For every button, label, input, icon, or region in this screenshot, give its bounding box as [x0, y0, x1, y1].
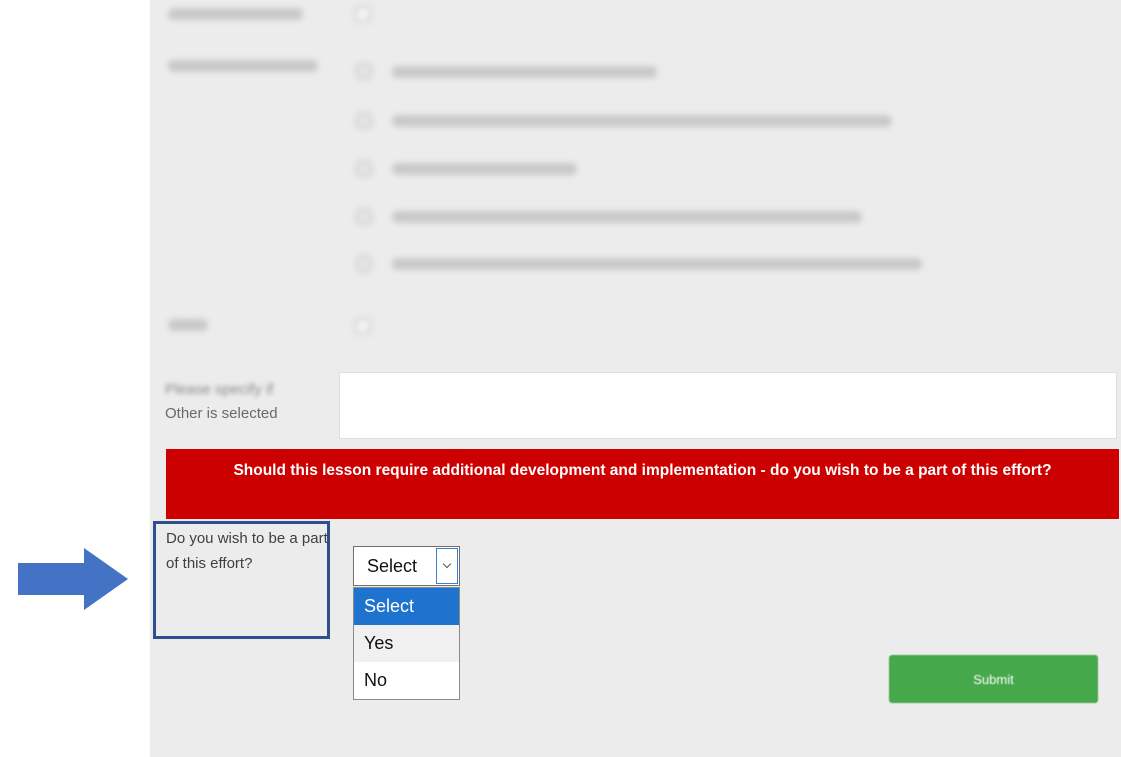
- blurred-radio: [355, 62, 373, 80]
- select-current-value: Select: [367, 556, 418, 576]
- other-specify-label: Please specify if Other is selected: [165, 378, 330, 426]
- dropdown-toggle[interactable]: [436, 548, 458, 584]
- submit-button[interactable]: Submit: [889, 655, 1098, 703]
- blurred-radio: [355, 112, 373, 130]
- blurred-radio: [355, 160, 373, 178]
- blurred-form-section: [0, 0, 1121, 360]
- other-specify-label-line-1: Please specify if: [165, 381, 274, 398]
- other-specify-label-line-2: Other is selected: [165, 405, 278, 422]
- participation-banner: Should this lesson require additional de…: [166, 449, 1119, 519]
- option-select[interactable]: Select: [354, 588, 459, 625]
- chevron-down-icon: [442, 559, 452, 569]
- option-no[interactable]: No: [354, 662, 459, 699]
- blurred-option-text: [392, 163, 577, 175]
- participation-question-label: Do you wish to be a part of this effort?: [166, 530, 328, 572]
- option-yes[interactable]: Yes: [354, 625, 459, 662]
- blurred-checkbox: [355, 318, 371, 334]
- blurred-checkbox: [355, 6, 371, 22]
- blurred-radio: [355, 208, 373, 226]
- blurred-label: [168, 60, 318, 72]
- pointer-arrow-icon: [18, 548, 128, 610]
- blurred-option-text: [392, 258, 922, 270]
- participation-select[interactable]: Select: [353, 546, 460, 586]
- blurred-option-text: [392, 66, 657, 78]
- blurred-label: [168, 319, 208, 331]
- blurred-option-text: [392, 115, 892, 127]
- blurred-radio: [355, 255, 373, 273]
- select-options-list: Select Yes No: [353, 587, 460, 700]
- other-specify-input[interactable]: [339, 372, 1117, 439]
- blurred-option-text: [392, 211, 862, 223]
- blurred-label: [168, 8, 303, 20]
